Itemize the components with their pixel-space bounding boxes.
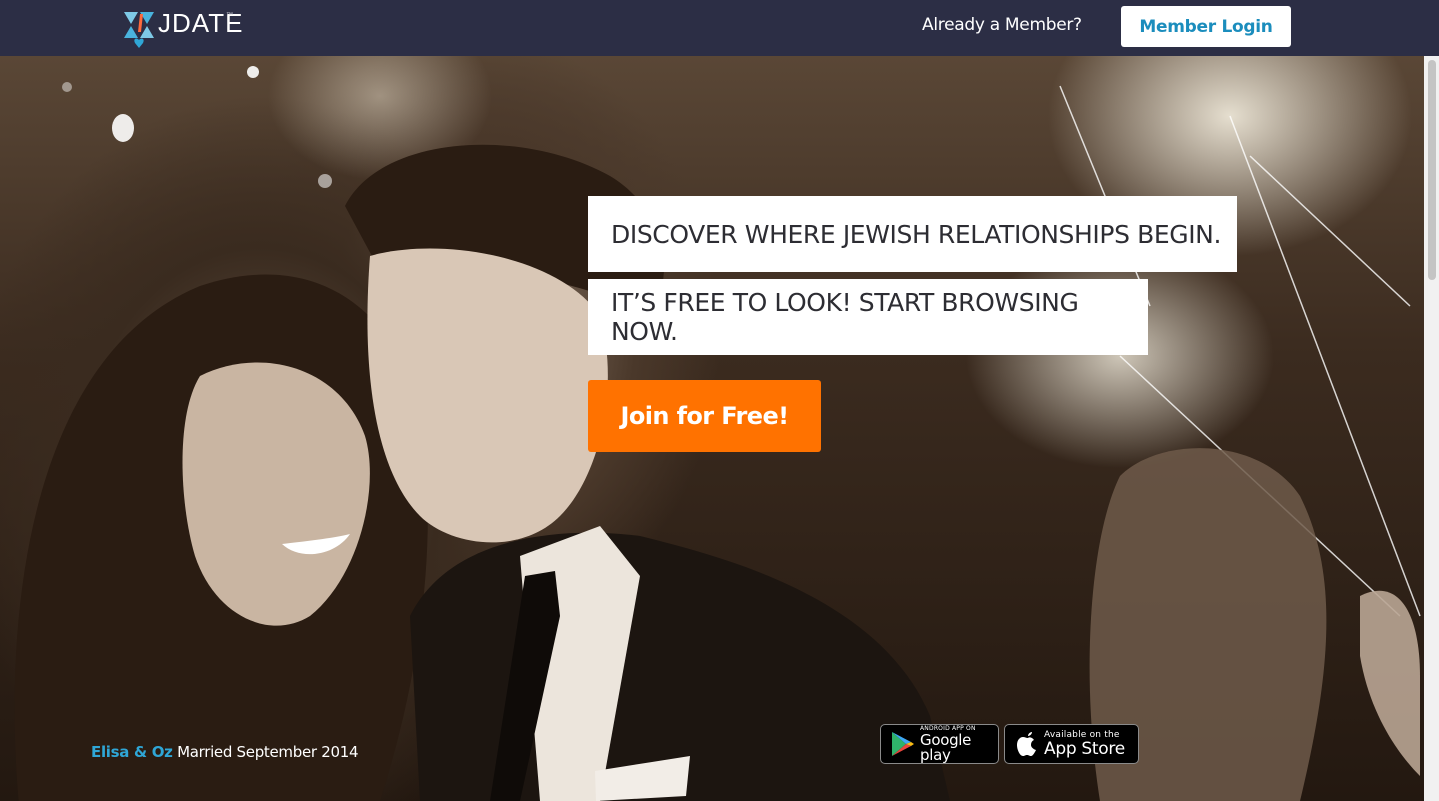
bokeh-light <box>318 174 332 188</box>
bokeh-light <box>112 114 134 142</box>
bokeh-light <box>247 66 259 78</box>
apple-badge-big-text: App Store <box>1044 738 1125 759</box>
scrollbar-thumb[interactable] <box>1428 60 1436 280</box>
jdate-star-logo-icon <box>124 12 154 48</box>
headline-discover: DISCOVER WHERE JEWISH RELATIONSHIPS BEGI… <box>588 196 1237 272</box>
google-play-badge[interactable]: ANDROID APP ON Google play <box>880 724 999 764</box>
apple-icon <box>1017 732 1036 756</box>
photo-caption: Elisa & Oz Married September 2014 <box>91 743 359 761</box>
already-member-text: Already a Member? <box>922 15 1082 35</box>
bokeh-light <box>62 82 72 92</box>
top-navigation-bar: JDATE ™ Already a Member? Member Login <box>0 0 1439 56</box>
caption-married-date: Married September 2014 <box>177 743 359 761</box>
join-for-free-button[interactable]: Join for Free! <box>588 380 821 452</box>
google-badge-big-text: Google play <box>920 730 972 764</box>
google-play-icon <box>892 732 914 756</box>
member-login-button[interactable]: Member Login <box>1121 6 1291 47</box>
app-store-badge[interactable]: Available on the App Store <box>1004 724 1139 764</box>
caption-couple-names: Elisa & Oz <box>91 743 173 761</box>
headline-free-to-look: IT’S FREE TO LOOK! START BROWSING NOW. <box>588 279 1148 355</box>
logo-trademark: ™ <box>226 12 233 19</box>
jdate-logo[interactable]: JDATE ™ <box>122 4 242 52</box>
